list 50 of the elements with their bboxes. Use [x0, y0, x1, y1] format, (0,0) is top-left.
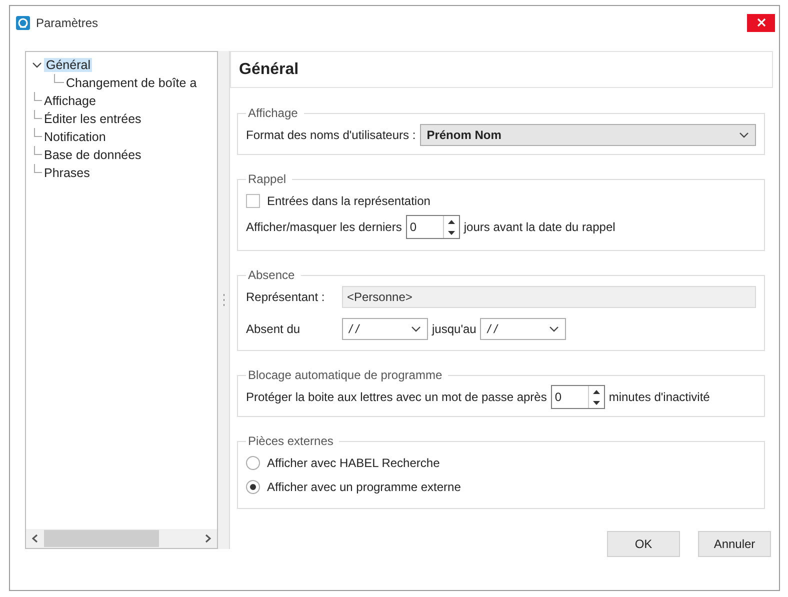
down-arrow-icon[interactable] [592, 400, 600, 404]
radio-label[interactable]: Afficher avec HABEL Recherche [267, 456, 440, 470]
tree-item[interactable]: Notification [42, 130, 108, 144]
close-icon [756, 18, 766, 27]
checkbox[interactable] [246, 194, 260, 208]
minutes-spinner[interactable]: 0 [550, 385, 605, 409]
tree-item[interactable]: Général [44, 58, 92, 72]
tree-item[interactable]: Changement de boîte a [64, 76, 199, 90]
chevron-down-icon [739, 132, 749, 138]
up-arrow-icon[interactable] [592, 390, 600, 394]
tree-item[interactable]: Base de données [42, 148, 144, 162]
ok-button[interactable]: OK [607, 531, 680, 557]
scroll-right-icon[interactable] [205, 534, 211, 543]
name-format-dropdown[interactable]: Prénom Nom [420, 124, 756, 146]
chevron-down-icon [549, 326, 560, 332]
days-spinner[interactable]: 0 [406, 215, 460, 239]
cancel-button[interactable]: Annuler [698, 531, 771, 557]
app-icon [16, 16, 30, 30]
radio-button[interactable] [246, 480, 260, 494]
field-label: minutes d'inactivité [608, 390, 710, 404]
group-title: Pièces externes [247, 434, 334, 448]
tree-item[interactable]: Affichage [42, 94, 98, 108]
up-arrow-icon[interactable] [448, 220, 455, 224]
radio-label[interactable]: Afficher avec un programme externe [267, 480, 461, 494]
field-label: Format des noms d'utilisateurs : [246, 128, 416, 142]
field-label: jusqu'au [432, 322, 476, 336]
field-label: Afficher/masquer les derniers [246, 220, 402, 234]
date-dropdown[interactable]: / / [342, 318, 428, 340]
group-title: Blocage automatique de programme [247, 368, 444, 382]
checkbox-label[interactable]: Entrées dans la représentation [267, 194, 430, 208]
date-dropdown[interactable]: / / [480, 318, 566, 340]
panel-title: Général [239, 60, 299, 78]
tree-item[interactable]: Éditer les entrées [42, 112, 144, 126]
tree-item[interactable]: Phrases [42, 166, 92, 180]
chevron-down-icon [411, 326, 421, 332]
group-title: Rappel [247, 172, 288, 186]
representative-field[interactable]: <Personne> [342, 286, 756, 308]
field-label: jours avant la date du rappel [464, 220, 616, 234]
field-label: Représentant : [246, 290, 326, 304]
scroll-left-icon[interactable] [32, 534, 38, 543]
collapse-icon [32, 62, 42, 68]
window-title: Paramètres [36, 16, 100, 30]
radio-button[interactable] [246, 456, 260, 470]
close-button[interactable] [747, 14, 775, 32]
group-title: Absence [247, 268, 296, 282]
horizontal-scrollbar[interactable] [26, 529, 217, 548]
down-arrow-icon[interactable] [448, 230, 455, 234]
field-label: Absent du [246, 322, 302, 336]
group-title: Affichage [247, 106, 299, 120]
field-label: Protéger la boite aux lettres avec un mot de passe après [246, 390, 547, 404]
